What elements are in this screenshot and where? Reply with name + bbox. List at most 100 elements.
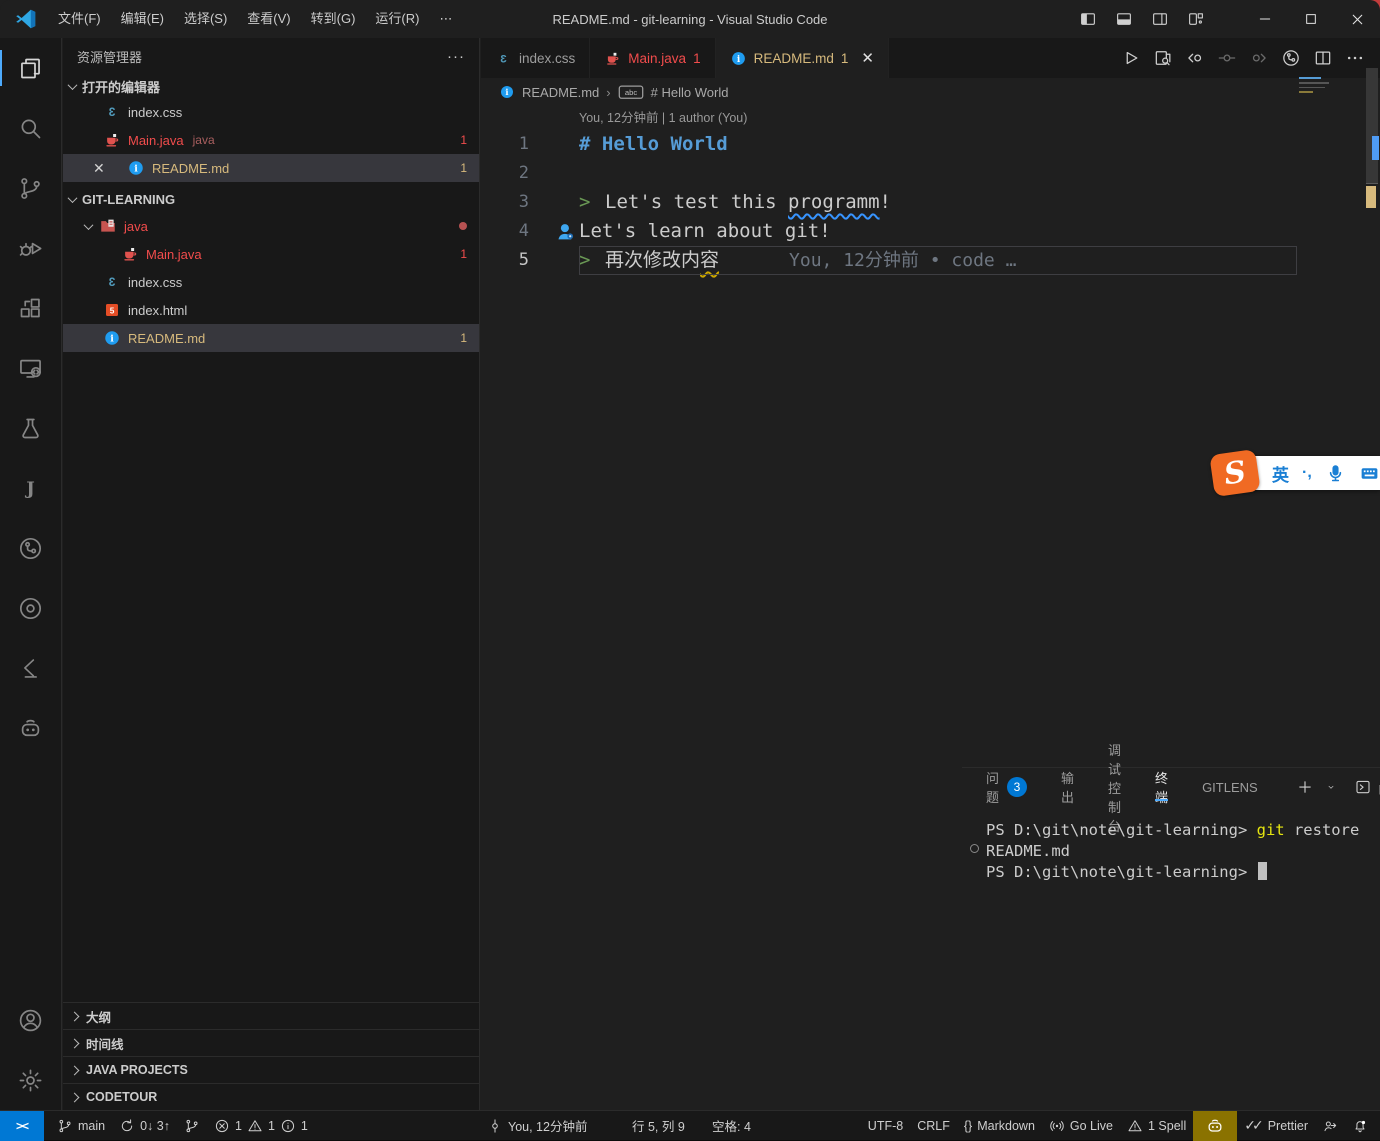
menu-view[interactable]: 查看(V) xyxy=(237,0,300,38)
svg-text:i: i xyxy=(110,333,114,344)
ime-punctuation-mode[interactable]: ·, xyxy=(1302,464,1312,482)
menu-run[interactable]: 运行(R) xyxy=(365,0,429,38)
microphone-icon[interactable] xyxy=(1325,463,1346,484)
terminal-instance[interactable]: pwsh xyxy=(1352,776,1380,798)
customize-layout-icon[interactable] xyxy=(1180,5,1212,33)
new-terminal-icon[interactable] xyxy=(1292,774,1318,800)
section-outline[interactable]: 大纲 xyxy=(63,1002,479,1029)
record-icon[interactable] xyxy=(0,578,62,638)
encoding-status[interactable]: UTF-8 xyxy=(861,1111,910,1141)
scrollbar-slider[interactable] xyxy=(1366,68,1378,184)
remote-explorer-icon[interactable] xyxy=(0,338,62,398)
sogou-logo[interactable]: S xyxy=(1209,449,1260,497)
virtual-keyboard-icon[interactable] xyxy=(1359,463,1380,484)
blame-status[interactable]: You, 12分钟前 xyxy=(480,1111,594,1141)
menu-selection[interactable]: 选择(S) xyxy=(174,0,237,38)
explorer-more-actions[interactable]: ··· xyxy=(447,48,465,65)
terminal-dropdown-icon[interactable] xyxy=(1322,774,1340,800)
testing-icon[interactable] xyxy=(0,398,62,458)
tree-item-index-css[interactable]: 3 index.css xyxy=(63,268,479,296)
editor-scrollbar[interactable] xyxy=(1364,68,1380,797)
tree-item-readme-md[interactable]: i README.md 1 xyxy=(63,324,479,352)
tree-root-git-learning[interactable]: GIT-LEARNING xyxy=(63,186,479,212)
split-editor-icon[interactable] xyxy=(1308,43,1338,73)
close-tab-icon[interactable]: ✕ xyxy=(861,49,874,67)
run-debug-icon[interactable] xyxy=(0,218,62,278)
close-editor-icon[interactable]: ✕ xyxy=(93,160,105,177)
next-change-icon[interactable] xyxy=(1244,43,1274,73)
extensions-icon[interactable] xyxy=(0,278,62,338)
breadcrumb-file[interactable]: README.md xyxy=(522,85,599,100)
account-icon[interactable] xyxy=(0,990,62,1050)
tree-item-index-html[interactable]: 5 index.html xyxy=(63,296,479,324)
breadcrumb-symbol[interactable]: # Hello World xyxy=(651,85,729,100)
open-editor-main-java[interactable]: Main.java java 1 xyxy=(63,126,479,154)
chevron-right-icon xyxy=(70,1092,80,1102)
minimap[interactable] xyxy=(1299,75,1335,117)
toggle-secondary-sidebar-icon[interactable] xyxy=(1144,5,1176,33)
problems-status[interactable]: 1 1 1 xyxy=(207,1111,315,1141)
notifications-status[interactable] xyxy=(1345,1111,1380,1141)
previous-change-icon[interactable] xyxy=(1180,43,1210,73)
tab-gitlens[interactable]: GITLENS xyxy=(1202,768,1258,806)
tree-item-main-java[interactable]: Main.java 1 xyxy=(63,240,479,268)
chevron-down-icon xyxy=(84,220,94,230)
open-editors-header[interactable]: 打开的编辑器 xyxy=(63,74,479,98)
gitlens-icon[interactable] xyxy=(0,518,62,578)
menu-edit[interactable]: 编辑(E) xyxy=(111,0,174,38)
tab-debug-console[interactable]: 调试控制台 xyxy=(1108,768,1121,806)
settings-gear-icon[interactable] xyxy=(0,1050,62,1110)
minimize-button[interactable] xyxy=(1242,0,1288,38)
menu-go[interactable]: 转到(G) xyxy=(301,0,366,38)
file-history-icon[interactable] xyxy=(1276,43,1306,73)
maximize-button[interactable] xyxy=(1288,0,1334,38)
robot-icon[interactable] xyxy=(0,698,62,758)
toggle-sidebar-icon[interactable] xyxy=(1072,5,1104,33)
search-icon[interactable] xyxy=(0,98,62,158)
indentation-status[interactable]: 空格: 4 xyxy=(705,1111,758,1141)
codetour-icon[interactable] xyxy=(0,638,62,698)
tab-readme-md[interactable]: i README.md 1 ✕ xyxy=(716,38,889,78)
explorer-icon[interactable] xyxy=(0,38,62,98)
spell-checker-status[interactable]: 1 Spell xyxy=(1120,1111,1193,1141)
section-java-projects[interactable]: JAVA PROJECTS xyxy=(63,1056,479,1083)
ai-assistant-status[interactable] xyxy=(1193,1111,1237,1141)
section-codetour[interactable]: CODETOUR xyxy=(63,1083,479,1110)
menu-more[interactable]: ⋯ xyxy=(429,0,462,38)
command-decoration-icon[interactable] xyxy=(970,844,979,853)
tab-terminal[interactable]: 终端 xyxy=(1155,768,1168,806)
open-editor-index-css[interactable]: 3 index.css xyxy=(63,98,479,126)
language-status[interactable]: {} Markdown xyxy=(957,1111,1042,1141)
go-live-status[interactable]: Go Live xyxy=(1042,1111,1120,1141)
toggle-panel-icon[interactable] xyxy=(1108,5,1140,33)
tab-main-java[interactable]: Main.java 1 xyxy=(590,38,715,78)
problem-badge: 1 xyxy=(841,51,849,66)
change-icon[interactable] xyxy=(1212,43,1242,73)
bell-icon xyxy=(1352,1118,1368,1134)
menu-file[interactable]: 文件(F) xyxy=(48,0,111,38)
prettier-status[interactable]: ✓✓ Prettier xyxy=(1237,1111,1315,1141)
tree-item-java-folder[interactable]: java xyxy=(63,212,479,240)
source-control-icon[interactable] xyxy=(0,158,62,218)
cursor-position-status[interactable]: 行 5, 列 9 xyxy=(625,1111,692,1141)
tab-problems[interactable]: 问题 3 xyxy=(986,768,1027,806)
branch-status[interactable]: main xyxy=(50,1111,112,1141)
problem-badge: 1 xyxy=(460,247,467,261)
problem-badge: 1 xyxy=(460,133,467,147)
tab-output[interactable]: 输出 xyxy=(1061,768,1074,806)
open-editor-readme-md[interactable]: ✕ i README.md 1 xyxy=(63,154,479,182)
feedback-status[interactable] xyxy=(1315,1111,1345,1141)
sync-status[interactable]: 0↓ 3↑ xyxy=(112,1111,177,1141)
eol-status[interactable]: CRLF xyxy=(910,1111,957,1141)
markdown-preview-icon[interactable] xyxy=(1148,43,1178,73)
java-icon[interactable]: J xyxy=(0,458,62,518)
tab-index-css[interactable]: 3 index.css xyxy=(481,38,590,78)
run-file-icon[interactable] xyxy=(1116,43,1146,73)
remote-indicator[interactable]: >< xyxy=(0,1111,44,1141)
codelens-blame[interactable]: You, 12分钟前 | 1 author (You) xyxy=(481,106,1364,130)
ime-language-mode[interactable]: 英 xyxy=(1272,461,1289,486)
terminal[interactable]: PS D:\git\note\git-learning> git restore… xyxy=(962,806,1380,883)
close-button[interactable] xyxy=(1334,0,1380,38)
section-timeline[interactable]: 时间线 xyxy=(63,1029,479,1056)
gitlens-status[interactable] xyxy=(177,1111,207,1141)
